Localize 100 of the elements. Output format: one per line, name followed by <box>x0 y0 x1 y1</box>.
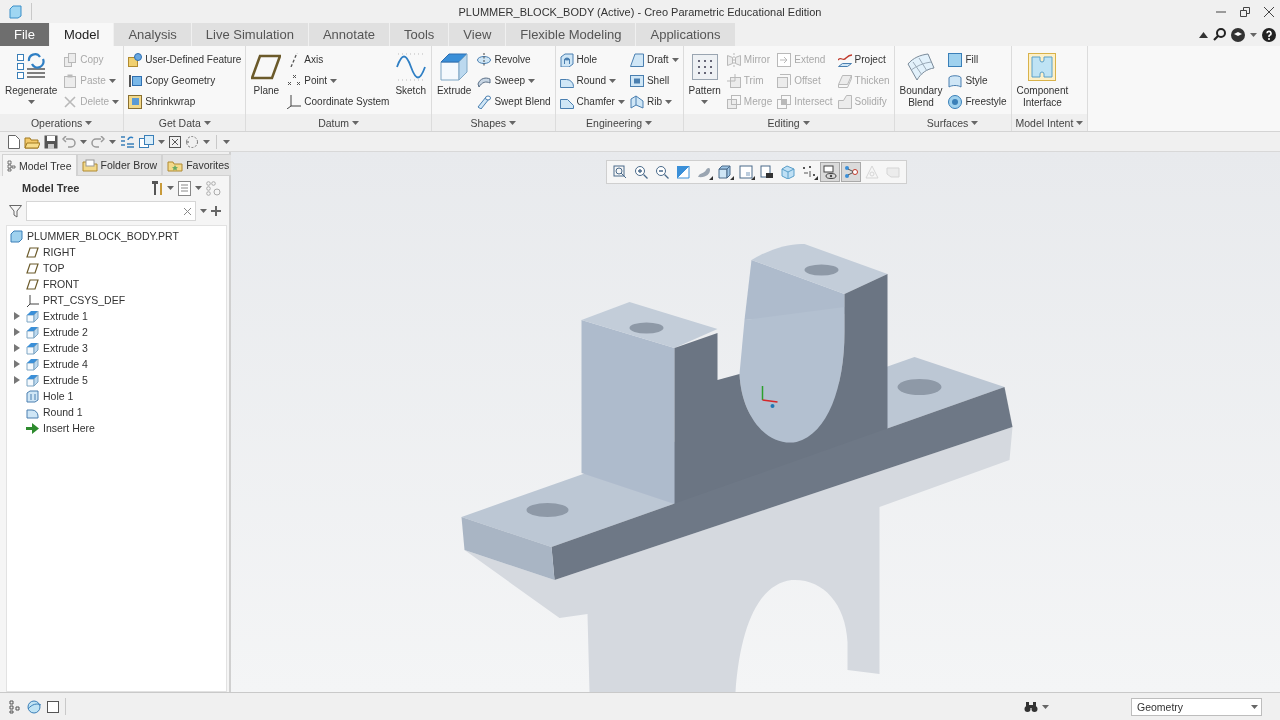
group-menu-button[interactable]: Editing <box>683 114 894 131</box>
ribbon-tab[interactable]: Live Simulation <box>191 23 309 46</box>
expand-arrow-icon[interactable] <box>14 344 20 352</box>
scatter-marks-icon <box>802 165 816 179</box>
ribbon-button[interactable]: Round <box>558 70 626 91</box>
ribbon-tab[interactable]: Applications <box>636 23 736 46</box>
ribbon-button[interactable]: User-Defined Feature <box>127 49 243 70</box>
ribbon-large-button[interactable]: Boundary Blend <box>897 49 945 109</box>
lines-arc-icon[interactable] <box>120 134 135 149</box>
ribbon-large-button[interactable]: Sketch <box>393 49 428 97</box>
ribbon-large-button[interactable]: Pattern <box>686 49 723 104</box>
view-tool-button[interactable] <box>820 162 840 182</box>
tree-item[interactable]: PRT_CSYS_DEF <box>9 292 226 308</box>
close-icon[interactable] <box>1264 6 1274 17</box>
group-menu-button[interactable]: Shapes <box>431 114 555 131</box>
tree-item[interactable]: PLUMMER_BLOCK_BODY.PRT <box>7 228 226 244</box>
ribbon-large-button[interactable]: Regenerate <box>3 49 60 104</box>
tree-item[interactable]: Extrude 5 <box>9 372 226 388</box>
group-menu-button[interactable]: Datum <box>246 114 431 131</box>
restore-icon[interactable] <box>1240 6 1250 17</box>
caret-icon[interactable] <box>203 139 210 144</box>
group-menu-button[interactable]: Surfaces <box>894 114 1011 131</box>
caret-icon[interactable] <box>1042 704 1049 709</box>
plus-icon[interactable] <box>211 206 221 216</box>
tree-nodes-icon[interactable] <box>9 699 21 714</box>
group-menu-button[interactable]: Operations <box>0 114 124 131</box>
caret-up-icon[interactable] <box>1199 31 1208 38</box>
caret-icon[interactable] <box>109 139 116 144</box>
list-icon[interactable] <box>178 180 191 196</box>
ribbon-button[interactable]: Swept Blend <box>476 91 552 112</box>
tree-item[interactable]: Extrude 3 <box>9 340 226 356</box>
globe-icon[interactable] <box>27 699 41 714</box>
caret-icon[interactable] <box>167 186 174 190</box>
ribbon-button[interactable]: Chamfer <box>558 91 626 112</box>
caret-icon[interactable] <box>80 139 87 144</box>
tree-item[interactable]: Round 1 <box>9 404 226 420</box>
square-icon[interactable] <box>47 700 59 713</box>
ribbon-button[interactable]: Project <box>836 49 891 70</box>
ribbon-tab[interactable]: Analysis <box>114 23 192 46</box>
caret-icon[interactable] <box>158 139 165 144</box>
ribbon-button[interactable]: Copy Geometry <box>127 70 243 91</box>
tree-item[interactable]: Hole 1 <box>9 388 226 404</box>
emblem-icon[interactable] <box>1231 27 1245 42</box>
ribbon-tab[interactable]: Model <box>49 23 115 46</box>
ribbon-large-button[interactable]: Plane <box>249 49 284 97</box>
navigator-tab[interactable]: Model Tree <box>2 154 77 176</box>
ribbon-button[interactable]: Rib <box>628 91 680 112</box>
ribbon-button[interactable]: Revolve <box>476 49 552 70</box>
expand-arrow-icon[interactable] <box>14 328 20 336</box>
ribbon-large-button[interactable]: Extrude <box>434 49 474 97</box>
group-menu-button[interactable]: Model Intent <box>1011 114 1088 131</box>
ribbon-button[interactable]: Freestyle <box>947 91 1008 112</box>
ribbon-button[interactable]: Fill <box>947 49 1008 70</box>
ribbon-button[interactable]: Shell <box>628 70 680 91</box>
windows-icon[interactable] <box>139 134 154 149</box>
tree-item[interactable]: Insert Here <box>9 420 226 436</box>
new-file-icon[interactable] <box>8 134 20 149</box>
save-icon[interactable] <box>44 134 58 149</box>
ribbon-button[interactable]: Axis <box>286 49 391 70</box>
ribbon-button[interactable]: Draft <box>628 49 680 70</box>
expand-arrow-icon[interactable] <box>14 360 20 368</box>
ribbon-button[interactable]: Shrinkwrap <box>127 91 243 112</box>
ribbon-button[interactable]: Style <box>947 70 1008 91</box>
diagonal-tile-icon <box>676 165 690 179</box>
ribbon-tab[interactable]: Annotate <box>308 23 390 46</box>
expand-arrow-icon[interactable] <box>14 376 20 384</box>
ribbon-tab[interactable]: File <box>0 23 50 46</box>
ribbon-button[interactable]: Point <box>286 70 391 91</box>
offset-squares-icon <box>777 73 792 88</box>
tools-icon[interactable] <box>151 180 163 196</box>
expand-arrow-icon[interactable] <box>14 312 20 320</box>
app-cube-icon[interactable] <box>9 4 22 19</box>
hollow-square-icon <box>629 73 644 88</box>
caret-icon[interactable] <box>200 209 207 213</box>
search-icon[interactable] <box>1213 28 1226 41</box>
selection-filter-dropdown[interactable]: Geometry <box>1131 697 1262 716</box>
tree-item[interactable]: TOP <box>9 260 226 276</box>
tree-item[interactable]: FRONT <box>9 276 226 292</box>
help-icon[interactable] <box>1262 27 1276 42</box>
group-menu-button[interactable]: Engineering <box>555 114 683 131</box>
tree-item[interactable]: RIGHT <box>9 244 226 260</box>
tree-item[interactable]: Extrude 1 <box>9 308 226 324</box>
tree-item[interactable]: Extrude 4 <box>9 356 226 372</box>
binoculars-icon[interactable] <box>1024 700 1038 713</box>
caret-icon[interactable] <box>195 186 202 190</box>
ribbon-tab[interactable]: Tools <box>390 23 450 46</box>
ribbon-tab[interactable]: Flexible Modeling <box>506 23 637 46</box>
clear-icon[interactable] <box>184 207 191 215</box>
ribbon-tab[interactable]: View <box>449 23 507 46</box>
tree-item[interactable]: Extrude 2 <box>9 324 226 340</box>
ribbon-large-button[interactable]: Component Interface <box>1014 49 1071 109</box>
ribbon-button[interactable]: Hole <box>558 49 626 70</box>
ribbon-button[interactable]: Coordinate System <box>286 91 391 112</box>
ribbon-button[interactable]: Sweep <box>476 70 552 91</box>
group-menu-button[interactable]: Get Data <box>124 114 246 131</box>
caret-icon[interactable] <box>1250 32 1257 37</box>
close-window-icon[interactable] <box>169 135 181 148</box>
navigator-tab[interactable]: Folder Brow <box>76 154 163 176</box>
filter-field[interactable] <box>26 201 196 221</box>
caret-icon[interactable] <box>223 139 230 144</box>
